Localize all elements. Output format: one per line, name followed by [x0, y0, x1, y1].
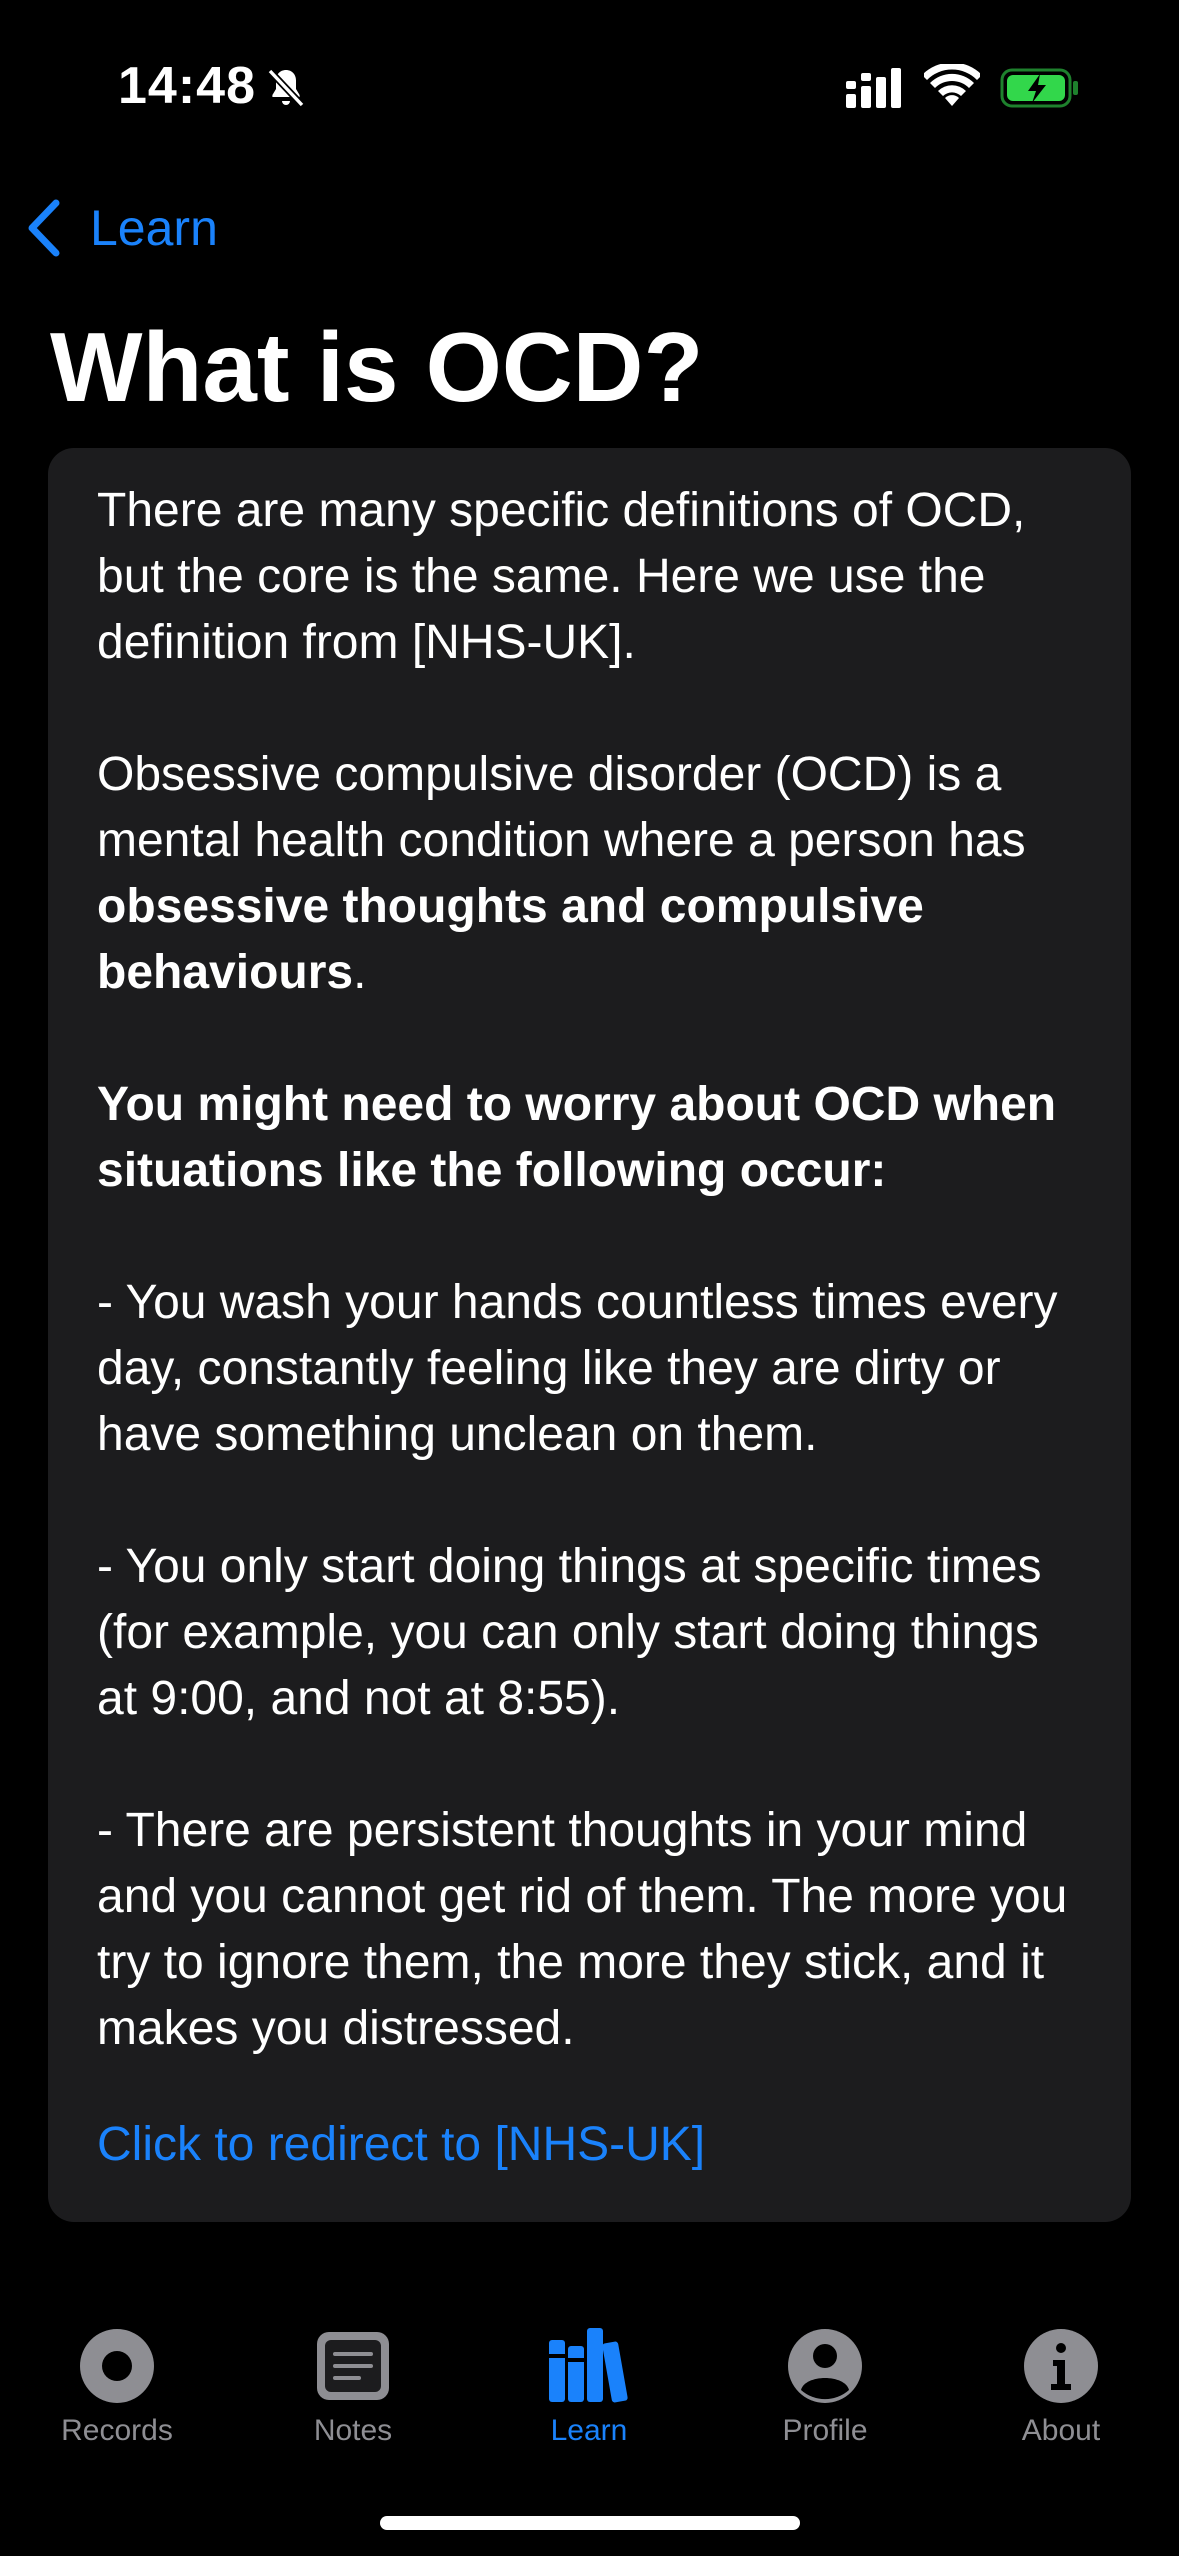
tab-label: Notes: [313, 2414, 393, 2447]
books-icon: [549, 2328, 628, 2403]
tab-label: Records: [61, 2414, 173, 2447]
worry-heading-text: You might need to worry about OCD when s…: [97, 1078, 1057, 1197]
tab-records[interactable]: Records: [17, 2310, 217, 2448]
definition-suffix: .: [353, 946, 367, 999]
definition-bold: obsessive thoughts and compulsive behavi…: [97, 880, 924, 999]
tab-learn[interactable]: Learn: [489, 2310, 689, 2448]
back-button[interactable]: Learn: [26, 196, 218, 260]
notes-icon: [317, 2332, 389, 2400]
chevron-left-icon: [28, 199, 60, 257]
back-label: Learn: [90, 200, 218, 256]
tab-label: Profile: [782, 2414, 868, 2447]
example-item: - There are persistent thoughts in your …: [97, 1804, 1068, 2055]
records-icon: [80, 2329, 154, 2403]
definition-prefix: Obsessive compulsive disorder (OCD) is a…: [97, 748, 1026, 867]
tab-notes[interactable]: Notes: [253, 2310, 453, 2448]
wifi-icon: [924, 64, 980, 106]
definition-paragraph: Obsessive compulsive disorder (OCD) is a…: [97, 742, 1083, 1006]
intro-paragraph: There are many specific definitions of O…: [97, 484, 1026, 669]
example-item: - You wash your hands countless times ev…: [97, 1276, 1058, 1461]
bell-slash-icon: [267, 68, 305, 108]
content-card: There are many specific definitions of O…: [48, 448, 1131, 2222]
tab-label: Learn: [550, 2414, 628, 2447]
page-title: What is OCD?: [50, 312, 704, 422]
tab-profile[interactable]: Profile: [725, 2310, 925, 2448]
example-item: - You only start doing things at specifi…: [97, 1540, 1042, 1725]
worry-heading: You might need to worry about OCD when s…: [97, 1072, 1083, 1204]
status-time: 14:48: [118, 57, 256, 115]
status-bar: 14:48: [0, 0, 1179, 170]
battery-charging-icon: [1000, 68, 1078, 108]
tab-about[interactable]: About: [961, 2310, 1161, 2448]
tab-label: About: [1021, 2414, 1101, 2447]
person-icon: [788, 2329, 862, 2403]
info-icon: [1024, 2329, 1098, 2403]
home-indicator[interactable]: [380, 2516, 800, 2530]
cellular-signal-icon: [846, 68, 901, 108]
nhs-redirect-link[interactable]: Click to redirect to [NHS-UK]: [97, 2112, 1083, 2178]
